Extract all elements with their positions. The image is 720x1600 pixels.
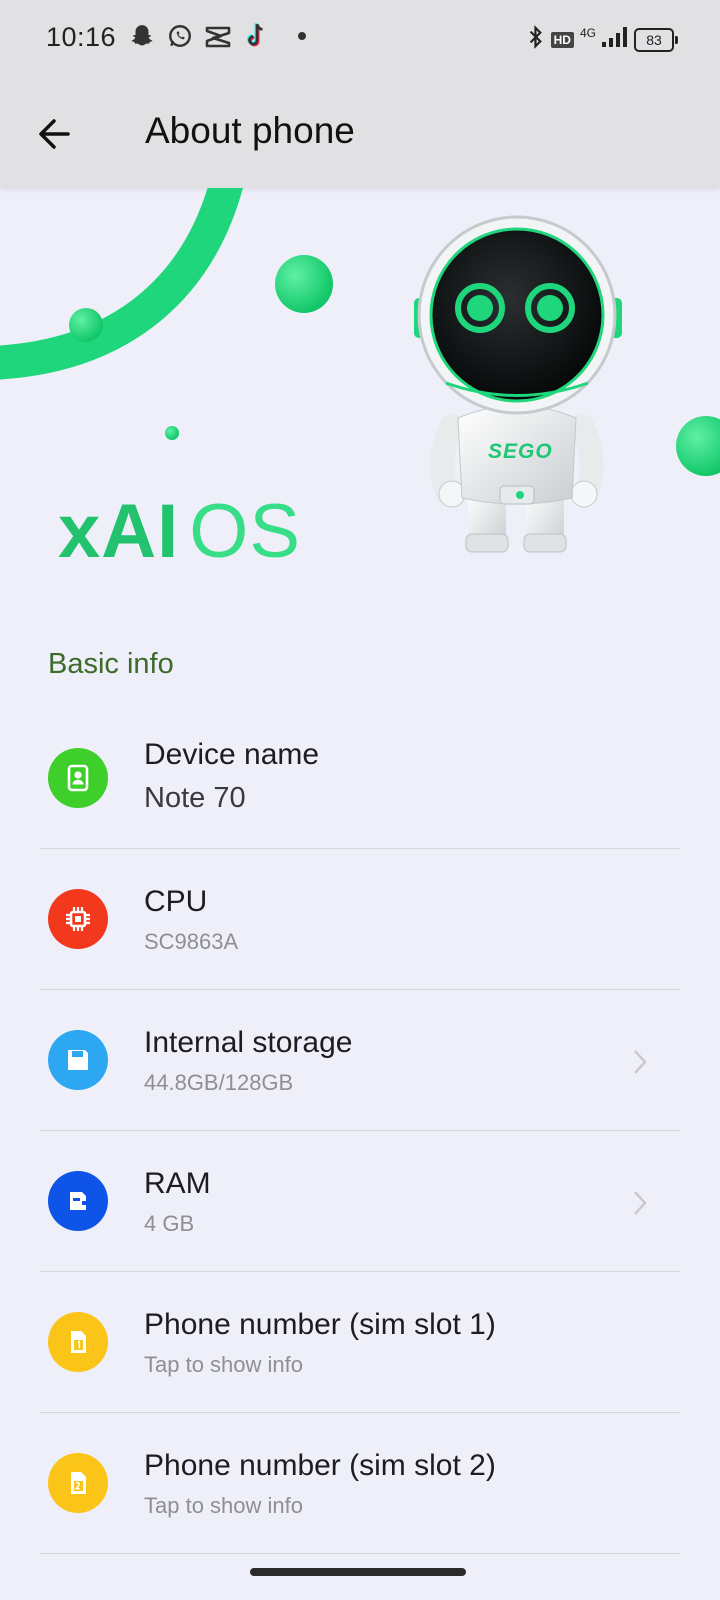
item-value: Tap to show info xyxy=(144,1493,303,1518)
sim-2-icon xyxy=(48,1453,108,1513)
contact-card-icon xyxy=(48,748,108,808)
snapchat-icon xyxy=(128,22,156,50)
item-title: Phone number (sim slot 1) xyxy=(144,1308,496,1341)
mascot-chest-label: SEGO xyxy=(488,440,553,463)
whatsapp-icon xyxy=(166,22,194,50)
section-title-basic-info: Basic info xyxy=(48,648,174,680)
capcut-icon xyxy=(204,22,232,50)
list-item-phone-number-sim-1[interactable]: Phone number (sim slot 1) Tap to show in… xyxy=(0,1272,720,1414)
home-gesture-bar[interactable] xyxy=(250,1568,466,1576)
os-banner: SEGO xAI OS xyxy=(0,188,720,618)
hd-icon: HD xyxy=(550,31,574,48)
item-value: SC9863A xyxy=(144,929,239,954)
bluetooth-icon xyxy=(527,24,545,55)
status-time: 10:16 xyxy=(46,22,117,52)
memory-card-icon xyxy=(48,1171,108,1231)
list-item-phone-number-sim-2[interactable]: Phone number (sim slot 2) Tap to show in… xyxy=(0,1413,720,1555)
divider xyxy=(40,1553,680,1554)
tiktok-icon xyxy=(242,22,270,50)
list-item-device-name[interactable]: Device name Note 70 xyxy=(0,708,720,850)
app-bar: About phone xyxy=(0,78,720,188)
page-title: About phone xyxy=(145,110,355,151)
signal-icon xyxy=(602,26,628,53)
item-value: 4 GB xyxy=(144,1211,195,1236)
notification-icons xyxy=(128,22,306,50)
list-item-internal-storage[interactable]: Internal storage 44.8GB/128GB xyxy=(0,990,720,1132)
arrow-left-icon xyxy=(39,119,70,149)
system-status-icons: HD 4G 83 xyxy=(527,24,678,55)
back-button[interactable] xyxy=(34,112,78,156)
item-title: Internal storage xyxy=(144,1026,353,1059)
item-title: Phone number (sim slot 2) xyxy=(144,1449,496,1482)
sim-1-icon xyxy=(48,1312,108,1372)
item-title: CPU xyxy=(144,885,208,918)
mascot-illustration xyxy=(414,215,622,553)
item-title: Device name xyxy=(144,738,320,771)
more-notifications-dot-icon xyxy=(298,32,306,40)
item-value: Tap to show info xyxy=(144,1352,303,1377)
brand-bold-text: xAI xyxy=(58,489,180,574)
chevron-right-icon xyxy=(634,1191,647,1215)
os-brand-logo: xAI OS xyxy=(58,488,301,575)
brand-light-text: OS xyxy=(189,489,302,574)
item-value: 44.8GB/128GB xyxy=(144,1070,294,1095)
floppy-disk-icon xyxy=(48,1030,108,1090)
item-value: Note 70 xyxy=(144,782,246,814)
status-bar: 10:16 HD 4G 83 xyxy=(0,0,720,78)
battery-icon: 83 xyxy=(634,27,678,52)
list-item-ram[interactable]: RAM 4 GB xyxy=(0,1131,720,1273)
list-item-cpu[interactable]: CPU SC9863A xyxy=(0,849,720,991)
chip-icon xyxy=(48,889,108,949)
chevron-right-icon xyxy=(634,1050,647,1074)
network-4g-icon: 4G xyxy=(579,25,596,40)
item-title: RAM xyxy=(144,1167,211,1200)
